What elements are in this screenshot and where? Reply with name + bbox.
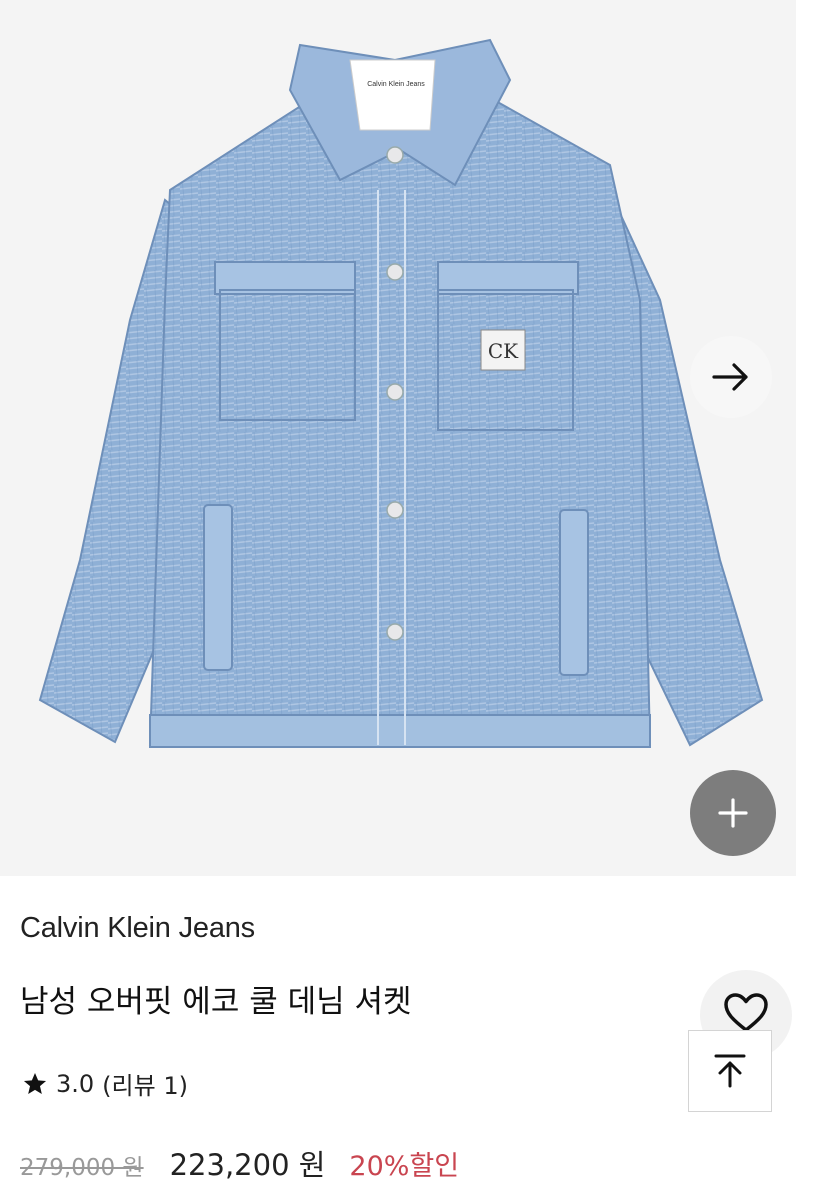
scroll-to-top-button[interactable] [688, 1030, 772, 1112]
arrow-up-to-top-icon [714, 1054, 746, 1088]
rating-row[interactable]: 3.0 (리뷰 1) [22, 1066, 188, 1101]
review-count[interactable]: (리뷰 1) [102, 1066, 188, 1101]
ck-patch-text: CK [488, 339, 519, 363]
zoom-image-button[interactable] [690, 770, 776, 856]
heart-icon [724, 993, 768, 1032]
sale-price: 223,200 원 [169, 1148, 326, 1182]
product-title: 남성 오버핏 에코 쿨 데님 셔켓 [20, 984, 412, 1020]
star-icon [23, 1072, 47, 1094]
next-image-button[interactable] [690, 336, 772, 418]
denim-jacket-photo: Calvin Klein Jeans CK [0, 0, 796, 876]
brand-name[interactable]: Calvin Klein Jeans [20, 912, 255, 945]
product-image-gallery[interactable]: Calvin Klein Jeans CK [0, 0, 796, 876]
discount-rate: 20%할인 [349, 1151, 460, 1182]
plus-icon [718, 798, 748, 828]
original-price: 279,000 원 [20, 1155, 144, 1181]
rating-value: 3.0 [56, 1069, 95, 1098]
price-row: 279,000 원 223,200 원 20%할인 [20, 1142, 459, 1184]
arrow-right-icon [712, 363, 748, 391]
inner-label-text: Calvin Klein Jeans [367, 81, 425, 88]
